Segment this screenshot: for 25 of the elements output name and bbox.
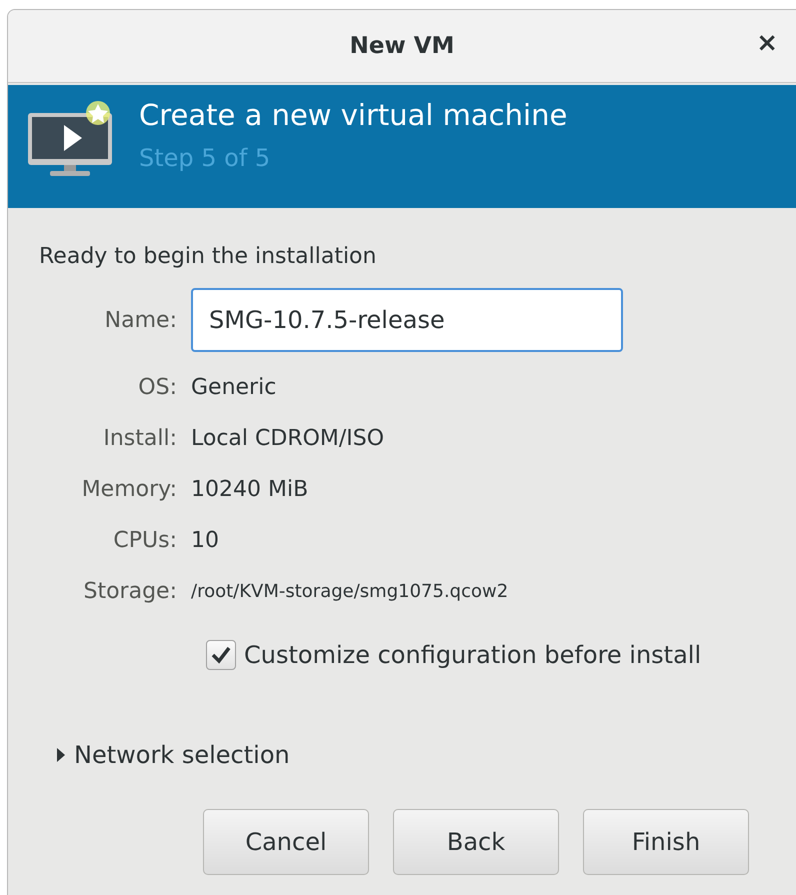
checkmark-icon	[210, 644, 232, 666]
window-title: New VM	[350, 32, 454, 61]
field-value: Local CDROM/ISO	[191, 425, 386, 453]
field-value: Generic	[191, 374, 278, 402]
field-label: OS:	[137, 374, 177, 402]
field-value: 10	[191, 527, 220, 555]
field-label: Name:	[104, 306, 177, 334]
dialog-button[interactable]: Cancel	[203, 809, 369, 875]
name-input[interactable]: SMG-10.7.5-release	[191, 288, 623, 352]
field-label: CPUs:	[112, 527, 177, 555]
step-indicator: Step 5 of 5	[139, 143, 272, 173]
field-label: Install:	[102, 425, 177, 453]
field-label: Storage:	[82, 578, 177, 606]
network-expander[interactable]: Network selection	[56, 737, 290, 773]
expander-arrow-icon	[56, 747, 66, 763]
section-heading: Ready to begin the installation	[39, 243, 378, 271]
field-value: 10240 MiB	[191, 476, 310, 504]
dialog-button[interactable]: Back	[393, 809, 559, 875]
close-button[interactable]: ×	[752, 30, 782, 56]
field-label: Memory:	[80, 476, 177, 504]
field-value: /root/KVM-storage/smg1075.qcow2	[191, 580, 510, 604]
checkbox[interactable]	[206, 640, 236, 670]
dialog-button[interactable]: Finish	[583, 809, 749, 875]
checkbox-label[interactable]: Customize configuration before install	[244, 637, 702, 673]
banner-title: Create a new virtual machine	[139, 97, 568, 133]
